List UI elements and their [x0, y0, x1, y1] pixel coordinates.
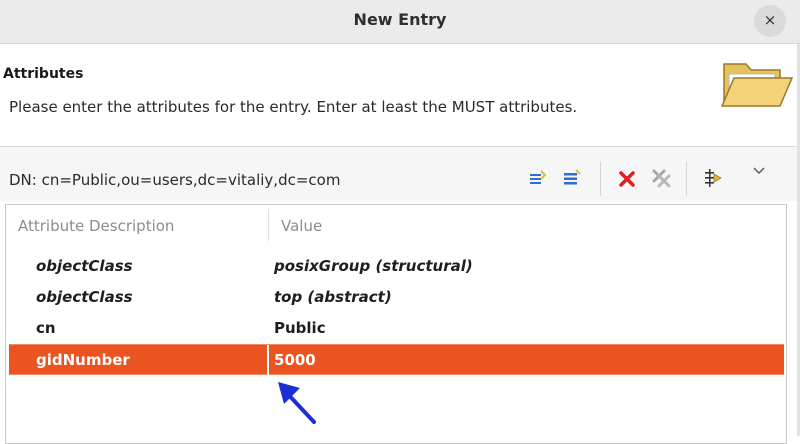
attributes-table: Attribute Description Value objectClass …: [5, 204, 787, 444]
page-title: Attributes: [3, 66, 84, 82]
attribute-cell: gidNumber: [36, 351, 130, 369]
column-header-value[interactable]: Value: [281, 217, 322, 235]
table-row[interactable]: cn Public: [6, 313, 786, 344]
toolbar-separator: [600, 162, 601, 196]
view-menu-icon[interactable]: [752, 165, 766, 177]
annotation-arrow-icon: [278, 382, 316, 424]
delete-all-icon[interactable]: [651, 168, 671, 188]
edit-value-icon[interactable]: [703, 168, 723, 188]
toolbar-separator: [686, 162, 687, 196]
close-icon: ×: [763, 11, 777, 29]
new-attribute-icon[interactable]: [528, 168, 548, 188]
table-row-selected[interactable]: gidNumber 5000: [9, 344, 784, 376]
new-value-icon[interactable]: [562, 168, 582, 188]
folder-open-icon: [720, 63, 794, 107]
value-cell[interactable]: top (abstract): [274, 288, 392, 306]
page-description: Please enter the attributes for the entr…: [9, 98, 578, 116]
table-row[interactable]: objectClass top (abstract): [6, 282, 786, 313]
dn-label: DN: cn=Public,ou=users,dc=vitaliy,dc=com: [9, 171, 341, 189]
column-header-attribute[interactable]: Attribute Description: [18, 217, 174, 235]
column-divider: [267, 345, 269, 376]
value-cell[interactable]: posixGroup (structural): [274, 257, 473, 275]
dn-bar: DN: cn=Public,ou=users,dc=vitaliy,dc=com: [0, 147, 800, 201]
window-title: New Entry: [353, 10, 447, 29]
value-cell[interactable]: 5000: [274, 351, 316, 369]
table-header: Attribute Description Value: [6, 205, 786, 245]
attribute-cell: objectClass: [36, 288, 133, 306]
wizard-header: Attributes Please enter the attributes f…: [0, 44, 800, 147]
value-cell[interactable]: Public: [274, 319, 326, 337]
attribute-cell: cn: [36, 319, 56, 337]
attribute-cell: objectClass: [36, 257, 133, 275]
close-button[interactable]: ×: [754, 5, 786, 37]
delete-icon[interactable]: [617, 169, 637, 189]
column-divider: [268, 209, 269, 241]
table-row[interactable]: objectClass posixGroup (structural): [6, 251, 786, 282]
title-bar: New Entry ×: [0, 0, 800, 44]
